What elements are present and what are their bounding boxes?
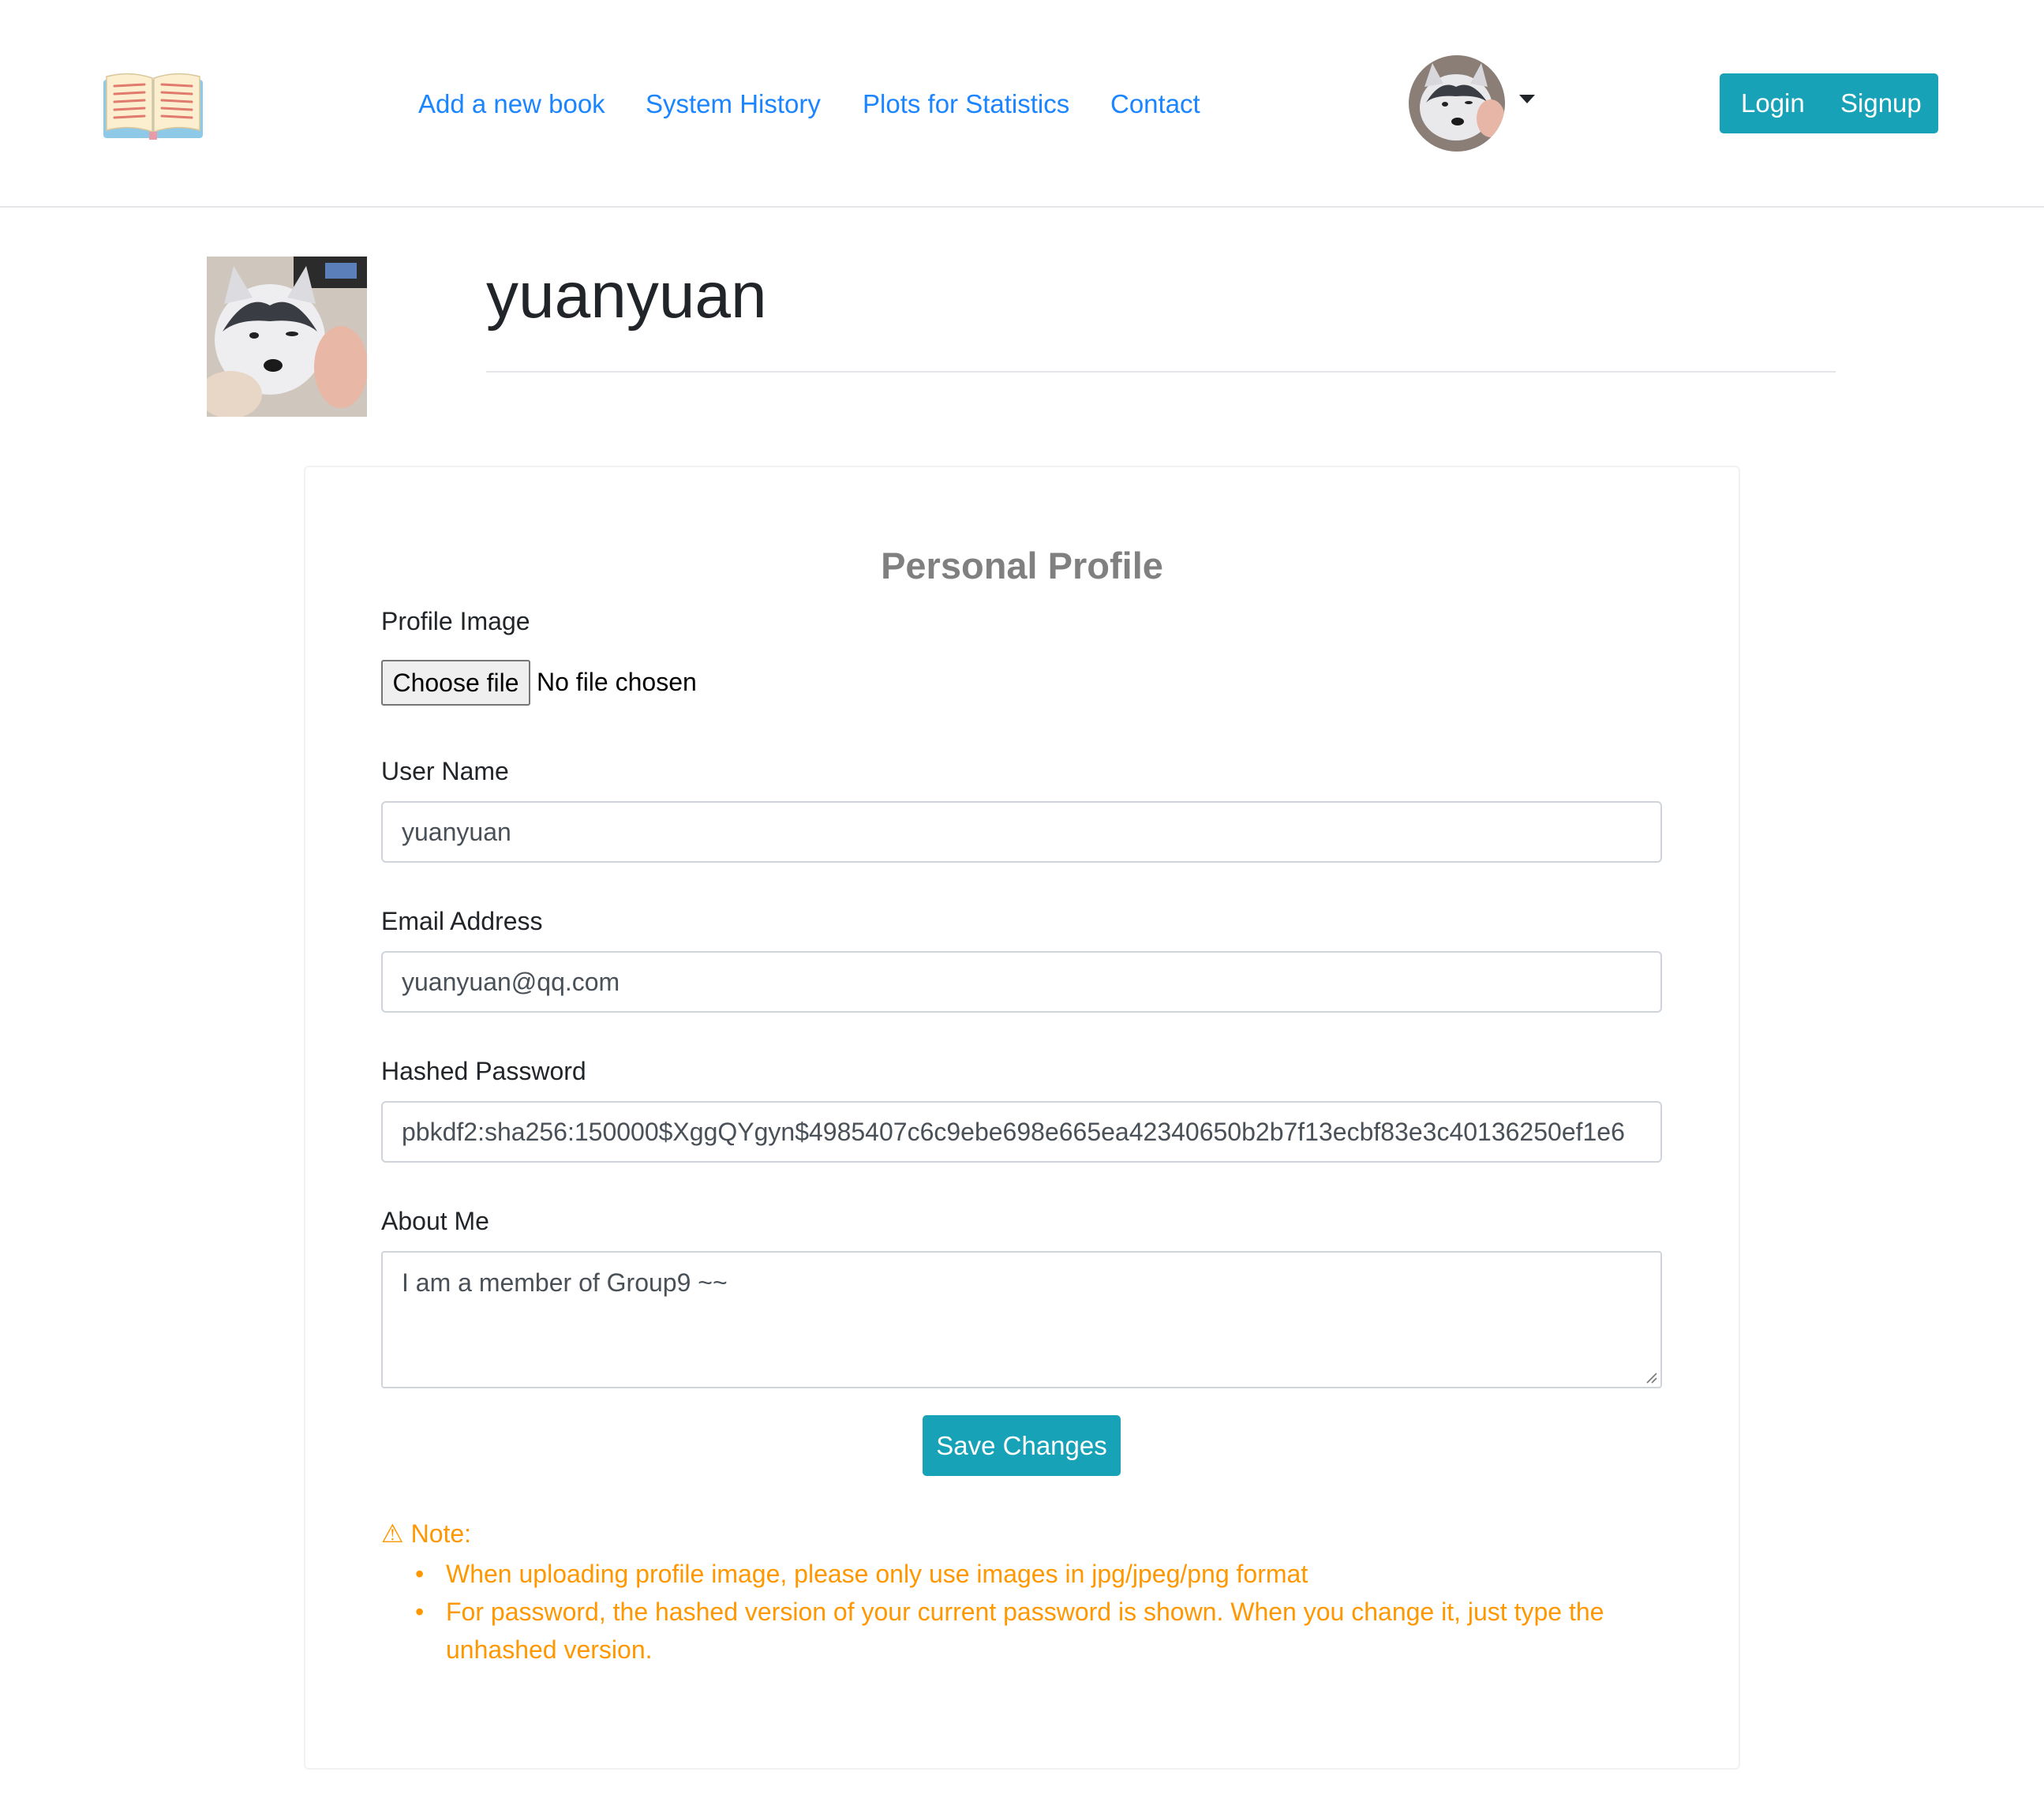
nav-link-add-book[interactable]: Add a new book <box>418 85 605 123</box>
header-divider <box>486 371 1836 373</box>
choose-file-button[interactable]: Choose file <box>381 660 530 706</box>
nav-link-plots-statistics[interactable]: Plots for Statistics <box>863 85 1069 123</box>
card-title: Personal Profile <box>881 545 1163 586</box>
profile-image-label: Profile Image <box>381 607 530 635</box>
signup-button[interactable]: Signup <box>1840 73 1922 133</box>
password-label: Hashed Password <box>381 1057 586 1085</box>
note-heading: ⚠ Note: <box>381 1519 472 1548</box>
save-changes-button[interactable]: Save Changes <box>923 1415 1121 1476</box>
resize-grip-icon[interactable] <box>1645 1371 1657 1384</box>
hashed-password-input[interactable]: pbkdf2:sha256:150000$XggQYgyn$4985407c6c… <box>381 1101 1662 1163</box>
login-button[interactable]: Login <box>1741 73 1805 133</box>
auth-button-group: Login Signup <box>1720 73 1938 133</box>
email-input[interactable]: yuanyuan@qq.com <box>381 951 1662 1013</box>
note-item: When uploading profile image, please onl… <box>381 1555 1612 1593</box>
note-list: When uploading profile image, please onl… <box>381 1555 1612 1669</box>
about-me-textarea[interactable]: I am a member of Group9 ~~ <box>381 1251 1662 1388</box>
note-item: For password, the hashed version of your… <box>381 1593 1612 1669</box>
file-status-text: No file chosen <box>537 668 697 696</box>
user-name-label: User Name <box>381 757 509 785</box>
nav-link-system-history[interactable]: System History <box>646 85 821 123</box>
email-label: Email Address <box>381 907 543 935</box>
navbar: Add a new book System History Plots for … <box>0 0 2044 208</box>
open-book-icon[interactable] <box>103 69 203 140</box>
user-name-input[interactable]: yuanyuan <box>381 801 1662 863</box>
page-title-username: yuanyuan <box>486 260 767 332</box>
about-me-text: I am a member of Group9 ~~ <box>402 1268 728 1297</box>
about-me-label: About Me <box>381 1207 489 1235</box>
profile-image <box>207 257 367 417</box>
user-avatar[interactable] <box>1409 55 1505 152</box>
caret-down-icon[interactable] <box>1519 95 1535 103</box>
nav-link-contact[interactable]: Contact <box>1110 85 1200 123</box>
